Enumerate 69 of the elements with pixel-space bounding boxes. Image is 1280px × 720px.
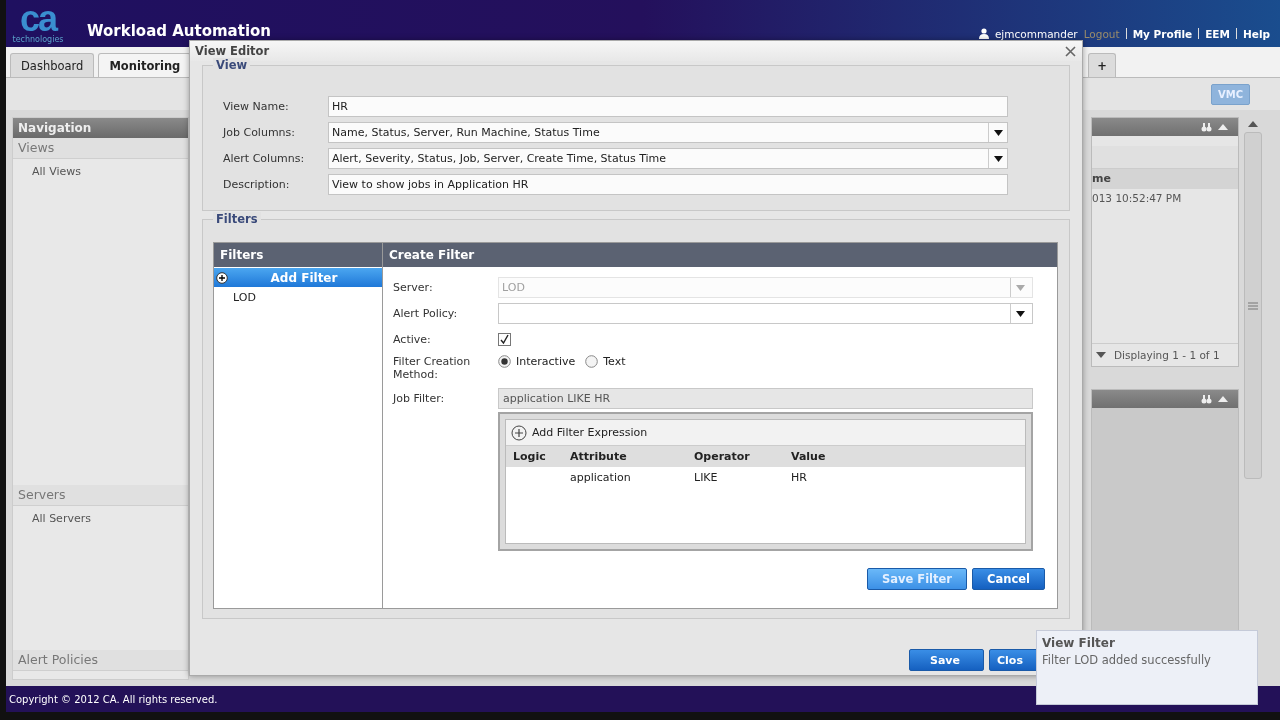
header-link[interactable]: My Profile bbox=[1132, 27, 1193, 40]
field-label: Filter Creation Method: bbox=[393, 355, 472, 381]
field-label: Job Filter: bbox=[393, 392, 446, 405]
field-label: Alert Policy: bbox=[393, 307, 459, 320]
plus-circle-icon bbox=[216, 271, 228, 284]
table-cell-text: LIKE bbox=[693, 471, 719, 484]
scroll-up-icon[interactable] bbox=[1248, 121, 1258, 127]
dropdown-field[interactable]: Name, Status, Server, Run Machine, Status Time bbox=[328, 122, 1008, 143]
collapse-icon[interactable] bbox=[1218, 124, 1228, 130]
radio-option[interactable]: Text bbox=[585, 355, 626, 368]
user-name: ejmcommander bbox=[994, 27, 1078, 40]
app-title: Workload Automation bbox=[87, 21, 272, 40]
user-icon bbox=[978, 28, 989, 39]
column-header[interactable]: Logic bbox=[506, 450, 563, 463]
section-header[interactable]: Views bbox=[13, 138, 188, 159]
plus-circle-icon bbox=[511, 424, 527, 441]
radio-option[interactable]: Interactive bbox=[498, 355, 576, 368]
logo-mark: ca bbox=[19, 2, 56, 35]
collapse-icon[interactable] bbox=[1218, 396, 1228, 402]
dialog-title: View Editor bbox=[195, 44, 270, 58]
column-header[interactable]: Attribute bbox=[563, 450, 687, 463]
fieldset-legend: View bbox=[213, 58, 251, 72]
notification-title: View Filter bbox=[1042, 636, 1116, 650]
add-expression-button[interactable]: Add Filter Expression bbox=[506, 420, 1025, 446]
input-field[interactable]: HR bbox=[328, 96, 1008, 117]
caret-icon bbox=[993, 155, 1003, 162]
column-header[interactable]: Operator bbox=[687, 450, 784, 463]
header-link[interactable]: Help bbox=[1242, 27, 1270, 40]
radio-icon bbox=[498, 355, 511, 368]
caret-icon bbox=[993, 129, 1003, 136]
field-label: Job Columns: bbox=[223, 126, 296, 139]
table-cell-text: 013 10:52:47 PM bbox=[1092, 191, 1183, 206]
panel-header: Navigation bbox=[13, 118, 188, 138]
panel-header: Create Filter bbox=[383, 243, 1057, 267]
close-icon[interactable] bbox=[1065, 45, 1076, 57]
dialog-button[interactable]: Cancel bbox=[972, 568, 1045, 590]
job-filter-field[interactable]: application LIKE HR bbox=[498, 388, 1033, 409]
copyright-text: Copyright © 2012 CA. All rights reserved. bbox=[9, 693, 218, 705]
active-checkbox[interactable] bbox=[498, 333, 511, 346]
scrollbar-thumb[interactable] bbox=[1244, 132, 1262, 479]
tab[interactable]: Monitoring bbox=[98, 53, 192, 77]
field-label: Description: bbox=[223, 178, 291, 191]
nav-item[interactable]: All Views bbox=[32, 163, 188, 180]
fieldset-legend: Filters bbox=[213, 212, 261, 226]
tab[interactable]: Dashboard bbox=[10, 53, 95, 77]
field-label: Active: bbox=[393, 333, 432, 346]
nav-item[interactable]: All Servers bbox=[32, 510, 188, 527]
add-tab-button[interactable]: + bbox=[1088, 53, 1116, 77]
caret-icon bbox=[1015, 284, 1025, 291]
column-header[interactable]: Value bbox=[784, 450, 1025, 463]
dropdown-field[interactable]: Alert, Severity, Status, Job, Server, Create Time, Status Time bbox=[328, 148, 1008, 169]
table-cell-text: HR bbox=[790, 471, 808, 484]
pager-text: Displaying 1 - 1 of 1 bbox=[1114, 349, 1220, 361]
binoculars-icon[interactable] bbox=[1201, 122, 1212, 132]
field-label: View Name: bbox=[223, 100, 290, 113]
panel-header: Filters bbox=[214, 243, 382, 267]
radio-icon bbox=[585, 355, 599, 368]
dialog-button[interactable]: Save bbox=[909, 649, 984, 671]
caret-icon bbox=[1015, 310, 1025, 317]
field-label: Server: bbox=[393, 281, 434, 294]
dropdown-caret-icon[interactable] bbox=[1096, 352, 1106, 358]
column-header[interactable]: me bbox=[1092, 169, 1238, 189]
filter-item[interactable]: LOD bbox=[214, 287, 382, 308]
table-cell-text: application bbox=[569, 471, 632, 484]
header-link[interactable]: EEM bbox=[1205, 27, 1230, 40]
input-field[interactable]: View to show jobs in Application HR bbox=[328, 174, 1008, 195]
logo-subtitle: technologies bbox=[12, 34, 64, 45]
binoculars-icon[interactable] bbox=[1201, 394, 1212, 404]
field-label: Alert Columns: bbox=[223, 152, 306, 165]
